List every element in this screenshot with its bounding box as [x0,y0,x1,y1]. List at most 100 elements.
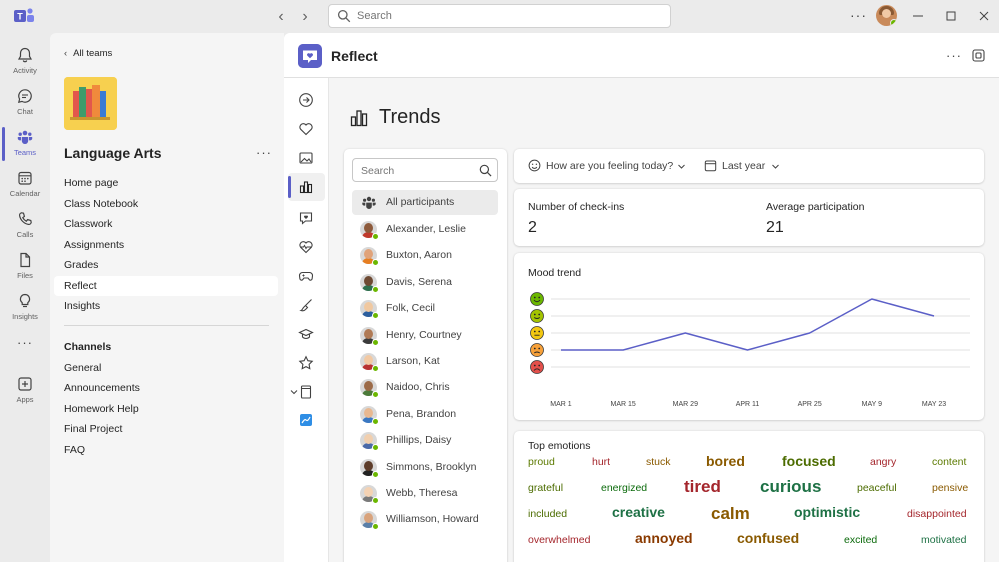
reflect-app: Reflect ··· Trends Search All participan… [284,33,999,562]
all-participants-label: All participants [386,196,455,208]
x-tick-label: MAY 9 [862,401,882,408]
team-nav-item[interactable]: Assignments [54,235,278,255]
emotion-word: energized [601,482,648,494]
all-participants-item[interactable]: All participants [352,190,498,215]
nav-app-tile[interactable] [288,406,325,434]
paintbrush-icon [299,299,312,312]
user-avatar[interactable] [876,5,897,26]
rail-activity[interactable]: Activity [0,43,50,83]
participant-item[interactable]: Webb, Theresa [352,481,498,506]
nav-notebook[interactable] [288,378,325,406]
rail-files[interactable]: Files [0,248,50,288]
rail-chat[interactable]: Chat [0,84,50,124]
team-nav-item[interactable]: Home page [54,173,278,193]
date-range-label: Last year [722,160,766,172]
app-tile-icon [300,414,312,426]
participant-item[interactable]: Buxton, Aaron [352,243,498,268]
rail-insights[interactable]: Insights [0,289,50,329]
x-tick-label: MAR 15 [611,401,636,408]
global-search-input[interactable] [357,7,657,25]
channel-item[interactable]: Final Project [54,419,278,439]
trends-content: Trends All participants Alexander, Lesli… [329,78,999,562]
emotion-word: grateful [528,482,564,494]
participant-item[interactable]: Simmons, Brooklyn [352,455,498,480]
channels-header: Channels [64,341,112,353]
emotion-word: peaceful [857,482,897,494]
team-nav-item[interactable]: Class Notebook [54,194,278,214]
rail-label: Calls [16,230,34,239]
rail-label: Teams [13,148,37,157]
teams-icon [17,130,33,144]
participant-item[interactable]: Davis, Serena [352,270,498,295]
nav-learn[interactable] [288,320,325,348]
popout-icon[interactable] [972,49,985,62]
team-nav-item[interactable]: Classwork [54,214,278,234]
participant-item[interactable]: Pena, Brandon [352,402,498,427]
app-more-icon[interactable]: ··· [946,48,962,63]
teams-logo-icon: T [14,8,34,22]
rail-calendar[interactable]: Calendar [0,166,50,206]
participant-item[interactable]: Larson, Kat [352,349,498,374]
channel-item[interactable]: Homework Help [54,399,278,419]
nav-next[interactable] [288,86,325,114]
presence-available-icon [372,470,379,478]
participant-item[interactable]: Henry, Courtney [352,323,498,348]
forward-arrow-icon[interactable]: › [295,7,315,27]
participant-search-input[interactable] [361,163,471,178]
participant-item[interactable]: Williamson, Howard [352,507,498,532]
date-range-filter[interactable]: Last year [704,159,784,175]
chevron-left-icon: ‹ [64,48,68,59]
nav-wellbeing[interactable] [288,233,325,261]
back-arrow-icon[interactable]: ‹ [271,7,291,27]
rail-calls[interactable]: Calls [0,207,50,247]
participant-search[interactable] [352,158,498,182]
team-nav-label: Assignments [64,239,125,251]
bell-icon [17,47,33,63]
minimize-icon[interactable] [910,8,926,24]
nav-games[interactable] [288,262,325,290]
nav-favorites[interactable] [288,349,325,377]
team-nav-item[interactable]: Insights [54,296,278,316]
settings-more-icon[interactable]: ··· [850,8,866,24]
participant-item[interactable]: Alexander, Leslie [352,217,498,242]
team-avatar [64,77,117,130]
participant-item[interactable]: Folk, Cecil [352,296,498,321]
participant-name: Williamson, Howard [386,513,479,526]
chat-icon [17,89,32,104]
rail-apps[interactable]: Apps [0,372,50,412]
nav-checkins[interactable] [288,115,325,143]
nav-gallery[interactable] [288,144,325,172]
lightbulb-icon [19,293,31,308]
emotion-word: motivated [921,534,967,546]
rail-more-icon[interactable]: ··· [0,335,50,350]
team-nav-item[interactable]: Reflect [54,276,278,296]
channel-item[interactable]: Announcements [54,378,278,398]
global-search[interactable] [328,4,671,28]
maximize-icon[interactable] [943,8,959,24]
team-name: Language Arts [64,145,162,161]
team-more-icon[interactable]: ··· [256,145,272,160]
emotion-word: creative [612,504,665,520]
title-bar: T ‹ › ··· [0,0,999,33]
participant-item[interactable]: Phillips, Daisy [352,428,498,453]
books-icon [64,77,117,130]
presence-available-icon [372,497,379,504]
file-icon [20,252,31,268]
rail-label: Insights [12,312,38,321]
all-teams-link[interactable]: ‹ All teams [64,48,112,59]
checkins-label: Number of check-ins [528,201,625,213]
nav-create[interactable] [288,291,325,319]
nav-trends[interactable] [288,173,325,201]
close-icon[interactable] [976,8,992,24]
rail-teams[interactable]: Teams [0,125,50,165]
question-filter[interactable]: How are you feeling today? [528,159,688,175]
nav-feedback[interactable] [288,204,325,232]
emotion-word: annoyed [635,530,693,546]
team-nav-label: Insights [64,300,101,312]
channel-item[interactable]: General [54,358,278,378]
team-nav-item[interactable]: Grades [54,255,278,275]
channel-item[interactable]: FAQ [54,440,278,460]
participant-item[interactable]: Naidoo, Chris [352,375,498,400]
emotion-word: pensive [932,482,969,494]
chevron-down-icon [772,164,779,169]
